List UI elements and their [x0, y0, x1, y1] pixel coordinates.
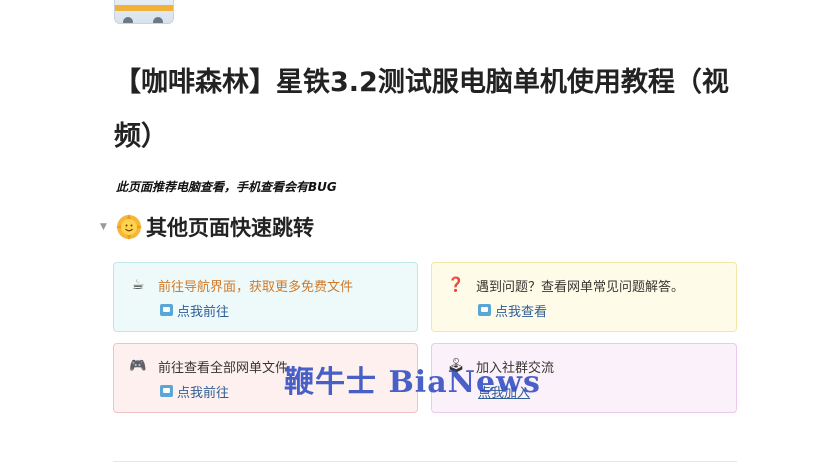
card-link-text[interactable]: 点我前往: [177, 382, 229, 401]
page-link-icon: [160, 385, 173, 397]
card-text: 遇到问题？查看网单常见问题解答。: [476, 279, 685, 295]
section-heading-text: 其他页面快速跳转: [146, 216, 314, 240]
card-text: 前往导航界面，获取更多免费文件: [158, 279, 354, 295]
card-link[interactable]: 点我查看: [478, 300, 722, 320]
card-link-text[interactable]: 点我查看: [495, 301, 547, 320]
gamepad-icon: 🎮: [129, 358, 147, 374]
page-subtitle: 此页面推荐电脑查看，手机查看会有BUG: [116, 180, 337, 194]
toggle-arrow-icon[interactable]: ▼: [100, 222, 107, 232]
question-icon: ❓: [447, 277, 465, 293]
divider: [113, 461, 737, 462]
card-link-text[interactable]: 点我前往: [177, 301, 229, 320]
page-link-icon: [160, 304, 173, 316]
page-title: 【咖啡森林】星铁3.2测试服电脑单机使用教程（视频）: [114, 67, 729, 152]
watermark-text: 鞭牛士 BiaNews: [284, 365, 541, 400]
sun-face-icon: [116, 214, 142, 240]
card-link[interactable]: 点我前往: [160, 300, 403, 320]
card-navigation: ☕ 前往导航界面，获取更多免费文件 点我前往: [113, 262, 418, 332]
card-text: 前往查看全部网单文件: [158, 360, 289, 376]
card-faq: ❓ 遇到问题？查看网单常见问题解答。 点我查看: [431, 262, 737, 332]
page-link-icon: [478, 304, 491, 316]
coffee-icon: ☕: [131, 277, 145, 293]
section-heading[interactable]: 其他页面快速跳转: [116, 212, 314, 242]
page-cover-icon: [114, 0, 174, 24]
